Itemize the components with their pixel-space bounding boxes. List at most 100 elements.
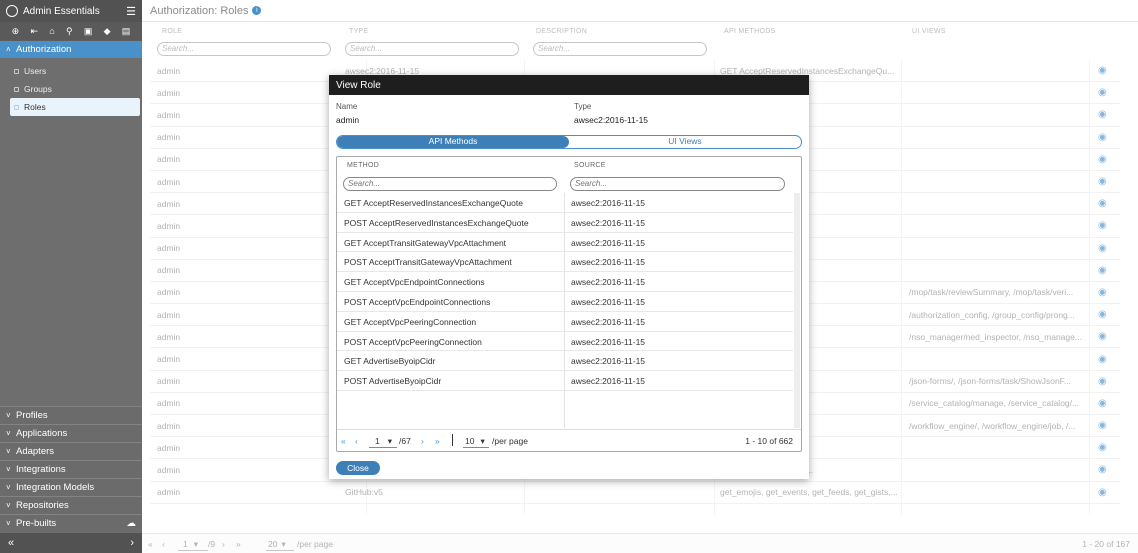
file-icon[interactable]: ▤ <box>122 26 131 37</box>
chevron-down-icon: ˅ <box>6 429 11 438</box>
users-icon <box>14 68 19 74</box>
pagination-summary: 1 - 10 of 662 <box>745 436 793 446</box>
method-cell: GET AcceptReservedInstancesExchangeQuote <box>344 198 523 208</box>
sidebar-header: Admin Essentials ☰ <box>0 0 142 22</box>
info-icon[interactable]: i <box>252 6 262 15</box>
page-title: Authorization: Roles i <box>142 0 1138 22</box>
type-value: awsec2:2016-11-15 <box>574 115 649 125</box>
source-cell: awsec2:2016-11-15 <box>571 277 646 288</box>
page-select[interactable]: 1 ▾ <box>369 436 397 448</box>
app-title: Admin Essentials <box>23 5 100 17</box>
home-icon[interactable]: ⌂ <box>49 26 54 36</box>
groups-icon <box>14 86 19 92</box>
pager-divider <box>452 434 453 446</box>
table-row[interactable]: POST AcceptVpcPeeringConnection awsec2:20… <box>337 332 793 352</box>
sidebar-item-users[interactable]: Users <box>0 62 142 80</box>
column-header-method[interactable]: METHOD <box>347 162 379 169</box>
table-row[interactable]: GET AcceptVpcPeeringConnection awsec2:201… <box>337 312 793 332</box>
chevron-down-icon: ˅ <box>6 411 11 420</box>
sidebar-item-groups[interactable]: Groups <box>0 80 142 98</box>
per-page-label: /per page <box>492 436 528 446</box>
table-row[interactable]: GET AcceptTransitGatewayVpcAttachment aws… <box>337 233 793 253</box>
table-row[interactable]: GET AdvertiseByoipCidr awsec2:2016-11-15 <box>337 351 793 372</box>
source-cell: awsec2:2016-11-15 <box>571 316 646 327</box>
sidebar-sections: ˅ Profiles ˅ Applications ˅ Adapters ˅ Integ… <box>0 406 142 532</box>
expand-icon[interactable]: › <box>130 537 134 549</box>
source-cell: awsec2:2016-11-15 <box>571 257 646 268</box>
method-cell: POST AcceptTransitGatewayVpcAttachment <box>344 257 512 268</box>
tab-api-methods[interactable]: API Methods <box>337 136 569 148</box>
prev-page-button[interactable]: ‹ <box>355 436 358 446</box>
column-header-source[interactable]: SOURCE <box>574 162 606 169</box>
table-row[interactable]: GET AcceptReservedInstancesExchangeQuote… <box>337 193 793 213</box>
last-page-button[interactable]: » <box>435 436 440 446</box>
chevron-down-icon: ˅ <box>6 519 11 528</box>
first-page-button[interactable]: « <box>341 436 346 446</box>
method-search-input[interactable]: Search... <box>343 177 557 191</box>
dialog-title: View Role <box>329 75 809 95</box>
scrollbar[interactable] <box>794 193 800 428</box>
per-page-select[interactable]: 10 ▾ <box>463 436 489 448</box>
table-row[interactable]: GET AcceptVpcEndpointConnections awsec2:2… <box>337 272 793 292</box>
app-logo-icon <box>6 5 18 17</box>
sidebar-section-integration-models[interactable]: ˅ Integration Models <box>0 478 142 496</box>
briefcase-icon[interactable]: ▣ <box>84 26 93 37</box>
chevron-down-icon: ˅ <box>6 483 11 492</box>
table-row[interactable]: POST AcceptVpcEndpointConnections awsec2:… <box>337 292 793 312</box>
sidebar-section-integrations[interactable]: ˅ Integrations <box>0 460 142 478</box>
method-cell: GET AcceptTransitGatewayVpcAttachment <box>344 237 507 248</box>
source-cell: awsec2:2016-11-15 <box>571 296 646 307</box>
table-row[interactable]: POST AcceptReservedInstancesExchangeQuot… <box>337 213 793 233</box>
method-cell: POST AcceptReservedInstancesExchangeQuot… <box>344 217 529 228</box>
method-cell: GET AcceptVpcEndpointConnections <box>344 277 485 288</box>
methods-table-body: GET AcceptReservedInstancesExchangeQuote… <box>337 193 793 391</box>
sidebar-section-profiles[interactable]: ˅ Profiles <box>0 406 142 424</box>
sidebar-toolbar: ⊕ ⇤ ⌂ ⚲ ▣ ◆ ▤ <box>0 22 142 40</box>
collapse-sidebar-icon[interactable]: « <box>8 537 14 549</box>
table-row[interactable]: POST AdvertiseByoipCidr awsec2:2016-11-15 <box>337 371 793 391</box>
view-role-dialog: View Role Name admin Type awsec2:2016-11… <box>329 75 809 479</box>
sidebar-section-applications[interactable]: ˅ Applications <box>0 424 142 442</box>
source-search-input[interactable]: Search... <box>570 177 785 191</box>
caret-down-icon: ▾ <box>480 436 485 446</box>
chevron-down-icon: ˅ <box>6 501 11 510</box>
page-total: /67 <box>399 436 411 446</box>
sidebar-section-pre-builts[interactable]: ˅ Pre-builts ☁ <box>0 514 142 532</box>
next-page-button[interactable]: › <box>421 436 424 446</box>
dialog-pagination: « ‹ 1 ▾ /67 › » 10 ▾ /per page 1 - 10 of 6… <box>337 429 801 451</box>
cloud-icon: ☁ <box>126 518 137 529</box>
name-label: Name <box>336 102 358 111</box>
caret-down-icon: ▾ <box>387 436 393 446</box>
search-icon[interactable]: ⚲ <box>66 26 73 37</box>
close-button[interactable]: Close <box>336 461 380 475</box>
method-cell: POST AcceptVpcEndpointConnections <box>344 296 491 307</box>
name-value: admin <box>336 115 360 125</box>
source-cell: awsec2:2016-11-15 <box>571 356 646 367</box>
sidebar: Admin Essentials ☰ ⊕ ⇤ ⌂ ⚲ ▣ ◆ ▤ ˄ Autho… <box>0 0 142 553</box>
method-cell: POST AdvertiseByoipCidr <box>344 376 442 387</box>
source-cell: awsec2:2016-11-15 <box>571 217 646 228</box>
method-cell: POST AcceptVpcPeeringConnection <box>344 336 482 347</box>
logout-icon[interactable]: ⇤ <box>30 26 38 37</box>
sidebar-item-roles[interactable]: Roles <box>10 98 140 116</box>
tab-ui-views[interactable]: UI Views <box>569 136 801 148</box>
method-cell: GET AdvertiseByoipCidr <box>344 356 436 367</box>
sidebar-section-repositories[interactable]: ˅ Repositories <box>0 496 142 514</box>
roles-icon <box>14 104 19 110</box>
type-label: Type <box>574 102 592 111</box>
sidebar-section-authorization[interactable]: ˄ Authorization <box>0 40 142 58</box>
table-row[interactable]: POST AcceptTransitGatewayVpcAttachment aw… <box>337 252 793 273</box>
source-cell: awsec2:2016-11-15 <box>571 237 646 248</box>
view-toggle: API Methods UI Views <box>336 135 802 149</box>
plus-icon[interactable]: ⊕ <box>12 26 20 37</box>
sidebar-footer: « › <box>0 533 142 553</box>
hamburger-menu-icon[interactable]: ☰ <box>126 5 136 18</box>
chevron-down-icon: ˅ <box>6 447 11 456</box>
methods-table: METHOD SOURCE Search... Search... GET Ac… <box>336 156 802 452</box>
source-cell: awsec2:2016-11-15 <box>571 198 646 208</box>
sidebar-section-adapters[interactable]: ˅ Adapters <box>0 442 142 460</box>
source-cell: awsec2:2016-11-15 <box>571 376 646 387</box>
tag-icon[interactable]: ◆ <box>104 26 111 37</box>
chevron-down-icon: ˅ <box>6 465 11 474</box>
chevron-up-icon: ˄ <box>6 45 11 54</box>
